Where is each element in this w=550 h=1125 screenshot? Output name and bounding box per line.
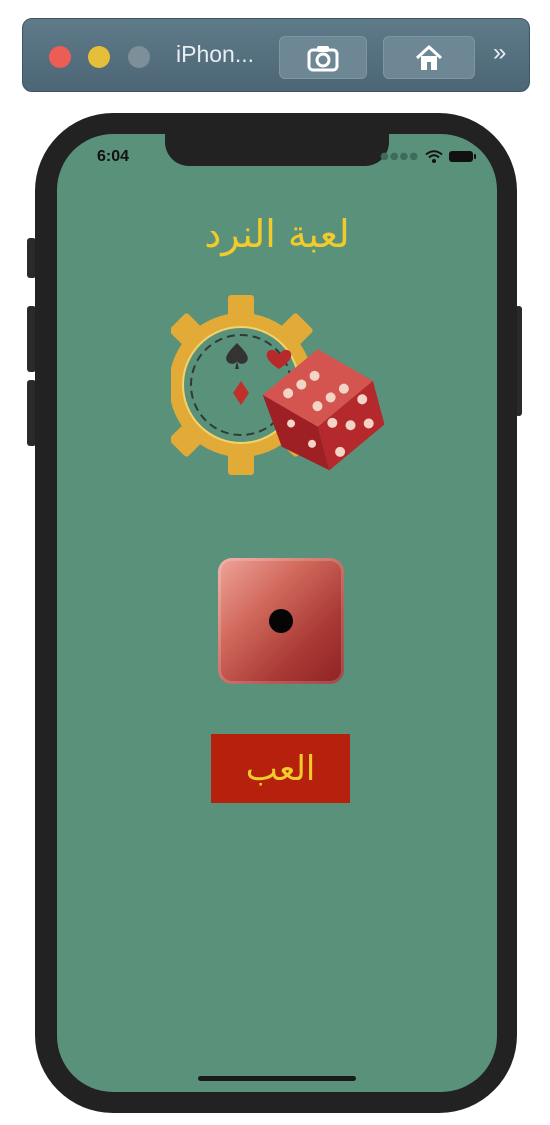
home-icon: [415, 45, 443, 70]
status-time: 6:04: [97, 148, 130, 165]
close-window-button[interactable]: [49, 46, 71, 68]
chevrons-right-icon[interactable]: »: [493, 39, 507, 67]
battery-icon: [449, 151, 476, 162]
screenshot-button[interactable]: [279, 36, 367, 79]
page-title: لعبة النرد: [204, 212, 350, 256]
home-button[interactable]: [383, 36, 475, 79]
play-button[interactable]: العب: [211, 734, 350, 803]
device-name: iPhon...: [176, 41, 254, 67]
dice-logo-icon: [171, 295, 385, 475]
dice-pip: [269, 609, 293, 633]
home-indicator[interactable]: [198, 1076, 356, 1081]
dice-face-image: [218, 558, 344, 684]
signal-icon: ●●●●: [380, 151, 419, 162]
minimize-window-button[interactable]: [88, 46, 110, 68]
app-screen: 6:04 ●●●● لعبة النرد العب: [57, 134, 497, 1092]
wifi-icon: [425, 150, 443, 163]
zoom-window-button[interactable]: [128, 46, 150, 68]
status-icons: ●●●●: [380, 150, 476, 163]
simulator-toolbar: iPhon... »: [22, 18, 530, 92]
camera-icon: [307, 45, 339, 71]
notch: [165, 134, 389, 166]
